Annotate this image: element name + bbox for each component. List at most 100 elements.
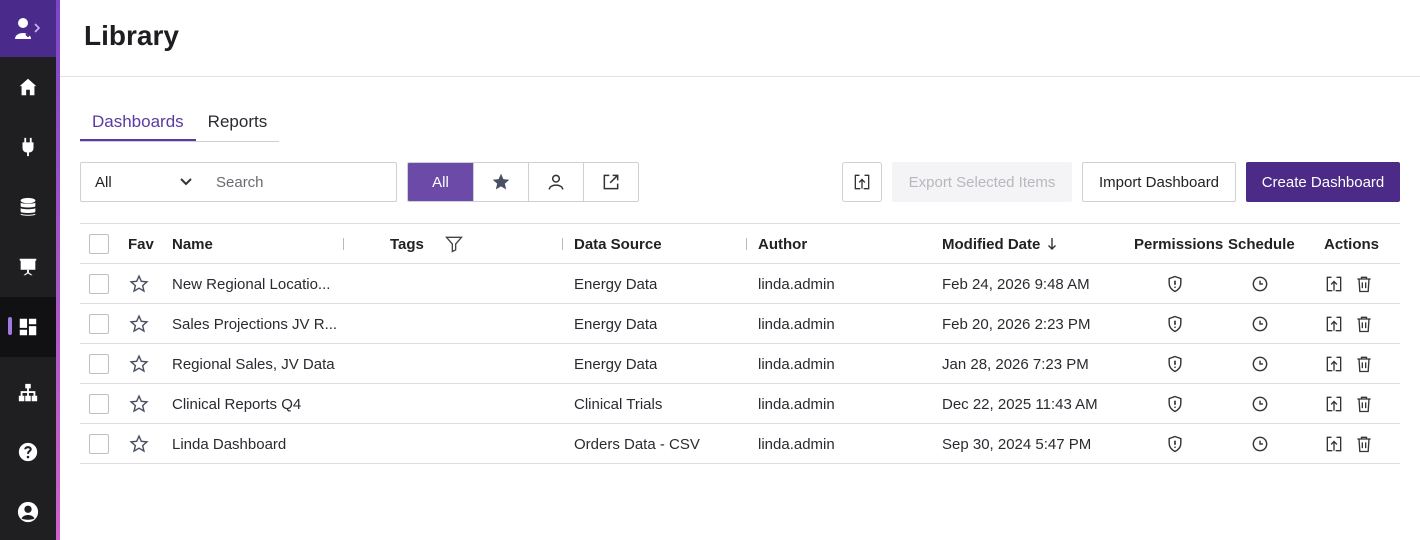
create-dashboard-button[interactable]: Create Dashboard bbox=[1246, 162, 1400, 202]
row-data-source: Energy Data bbox=[574, 355, 658, 373]
row-name[interactable]: Sales Projections JV R... bbox=[172, 304, 342, 344]
row-checkbox[interactable] bbox=[89, 354, 109, 374]
column-header-data-source[interactable]: Data Source bbox=[574, 224, 662, 264]
sidebar-item-library[interactable] bbox=[0, 297, 56, 357]
sidebar-item-home[interactable] bbox=[0, 57, 56, 117]
column-header-permissions: Permissions bbox=[1134, 235, 1224, 253]
row-author: linda.admin bbox=[758, 355, 835, 373]
column-header-author[interactable]: Author bbox=[758, 224, 807, 264]
favorite-cell bbox=[129, 384, 149, 424]
export-icon bbox=[854, 174, 870, 190]
select-all-checkbox[interactable] bbox=[89, 234, 109, 254]
export-icon[interactable] bbox=[1324, 394, 1344, 414]
table-row[interactable]: Regional Sales, JV Data Energy Data lind… bbox=[80, 344, 1400, 384]
star-outline-icon[interactable] bbox=[129, 394, 149, 414]
permissions-cell bbox=[1165, 344, 1185, 384]
clock-icon[interactable] bbox=[1250, 274, 1270, 294]
row-data-source: Energy Data bbox=[574, 275, 658, 293]
row-select-cell bbox=[89, 344, 109, 384]
star-outline-icon[interactable] bbox=[129, 434, 149, 454]
page-header: Library bbox=[60, 0, 1420, 77]
row-checkbox[interactable] bbox=[89, 394, 109, 414]
type-filter-select[interactable]: All bbox=[81, 163, 207, 201]
export-selected-items-button[interactable]: Export Selected Items bbox=[892, 162, 1072, 202]
filter-shared-button[interactable] bbox=[583, 163, 638, 201]
tab-reports[interactable]: Reports bbox=[196, 110, 280, 141]
clock-icon[interactable] bbox=[1250, 434, 1270, 454]
column-header-schedule: Schedule bbox=[1228, 235, 1295, 253]
trash-icon[interactable] bbox=[1354, 354, 1374, 374]
trash-icon[interactable] bbox=[1354, 394, 1374, 414]
star-outline-icon[interactable] bbox=[129, 314, 149, 334]
sidebar bbox=[0, 0, 56, 540]
clock-icon[interactable] bbox=[1250, 394, 1270, 414]
export-icon[interactable] bbox=[1324, 314, 1344, 334]
sidebar-item-connections[interactable] bbox=[0, 117, 56, 177]
trash-icon[interactable] bbox=[1354, 274, 1374, 294]
clock-icon[interactable] bbox=[1250, 354, 1270, 374]
shield-icon[interactable] bbox=[1165, 354, 1185, 374]
filter-icon[interactable] bbox=[444, 234, 464, 254]
trash-icon[interactable] bbox=[1354, 434, 1374, 454]
export-icon[interactable] bbox=[1324, 354, 1344, 374]
sidebar-item-help[interactable] bbox=[0, 422, 56, 482]
sidebar-item-presentations[interactable] bbox=[0, 237, 56, 297]
dashboards-table: Fav Name Tags Data Source Author Modifie… bbox=[80, 223, 1400, 464]
table-row[interactable]: New Regional Locatio... Energy Data lind… bbox=[80, 264, 1400, 304]
export-icon-button[interactable] bbox=[842, 162, 882, 202]
column-header-name[interactable]: Name bbox=[172, 224, 213, 264]
actions-cell bbox=[1324, 384, 1374, 424]
table-header-row: Fav Name Tags Data Source Author Modifie… bbox=[80, 223, 1400, 264]
home-icon bbox=[19, 78, 37, 96]
row-name[interactable]: New Regional Locatio... bbox=[172, 264, 342, 304]
row-select-cell bbox=[89, 384, 109, 424]
sidebar-item-data[interactable] bbox=[0, 177, 56, 237]
column-divider[interactable] bbox=[562, 238, 563, 250]
tab-dashboards[interactable]: Dashboards bbox=[80, 110, 196, 141]
column-header-modified-date[interactable]: Modified Date bbox=[942, 224, 1058, 264]
column-divider[interactable] bbox=[343, 238, 344, 250]
row-author: linda.admin bbox=[758, 275, 835, 293]
sidebar-item-account[interactable] bbox=[0, 482, 56, 540]
table-row[interactable]: Linda Dashboard Orders Data - CSV linda.… bbox=[80, 424, 1400, 464]
table-row[interactable]: Sales Projections JV R... Energy Data li… bbox=[80, 304, 1400, 344]
shield-icon[interactable] bbox=[1165, 434, 1185, 454]
star-outline-icon[interactable] bbox=[129, 354, 149, 374]
type-filter-value: All bbox=[95, 173, 112, 191]
favorite-cell bbox=[129, 264, 149, 304]
row-name[interactable]: Clinical Reports Q4 bbox=[172, 384, 342, 424]
plug-icon bbox=[22, 137, 34, 157]
shield-icon[interactable] bbox=[1165, 274, 1185, 294]
row-select-cell bbox=[89, 424, 109, 464]
row-checkbox[interactable] bbox=[89, 314, 109, 334]
star-outline-icon[interactable] bbox=[129, 274, 149, 294]
database-icon bbox=[20, 197, 36, 216]
row-checkbox[interactable] bbox=[89, 274, 109, 294]
export-icon[interactable] bbox=[1324, 274, 1344, 294]
shield-icon[interactable] bbox=[1165, 314, 1185, 334]
column-divider[interactable] bbox=[746, 238, 747, 250]
row-data-source: Orders Data - CSV bbox=[574, 435, 700, 453]
clock-icon[interactable] bbox=[1250, 314, 1270, 334]
shield-icon[interactable] bbox=[1165, 394, 1185, 414]
trash-icon[interactable] bbox=[1354, 314, 1374, 334]
sidebar-item-hierarchy[interactable] bbox=[0, 363, 56, 423]
filter-all-button[interactable]: All bbox=[408, 163, 473, 201]
tags-filter-cell bbox=[444, 224, 464, 264]
row-modified-date: Jan 28, 2026 7:23 PM bbox=[942, 355, 1089, 373]
filter-mine-button[interactable] bbox=[528, 163, 583, 201]
row-checkbox[interactable] bbox=[89, 434, 109, 454]
user-check-icon bbox=[15, 17, 41, 39]
row-name[interactable]: Regional Sales, JV Data bbox=[172, 344, 342, 384]
schedule-cell bbox=[1250, 384, 1270, 424]
table-row[interactable]: Clinical Reports Q4 Clinical Trials lind… bbox=[80, 384, 1400, 424]
search-input[interactable] bbox=[207, 164, 377, 200]
row-name[interactable]: Linda Dashboard bbox=[172, 424, 342, 464]
export-icon[interactable] bbox=[1324, 434, 1344, 454]
favorite-cell bbox=[129, 424, 149, 464]
filter-favorites-button[interactable] bbox=[473, 163, 528, 201]
row-modified-date: Sep 30, 2024 5:47 PM bbox=[942, 435, 1092, 453]
user-menu-toggle[interactable] bbox=[0, 0, 56, 57]
schedule-cell bbox=[1250, 264, 1270, 304]
import-dashboard-button[interactable]: Import Dashboard bbox=[1082, 162, 1236, 202]
